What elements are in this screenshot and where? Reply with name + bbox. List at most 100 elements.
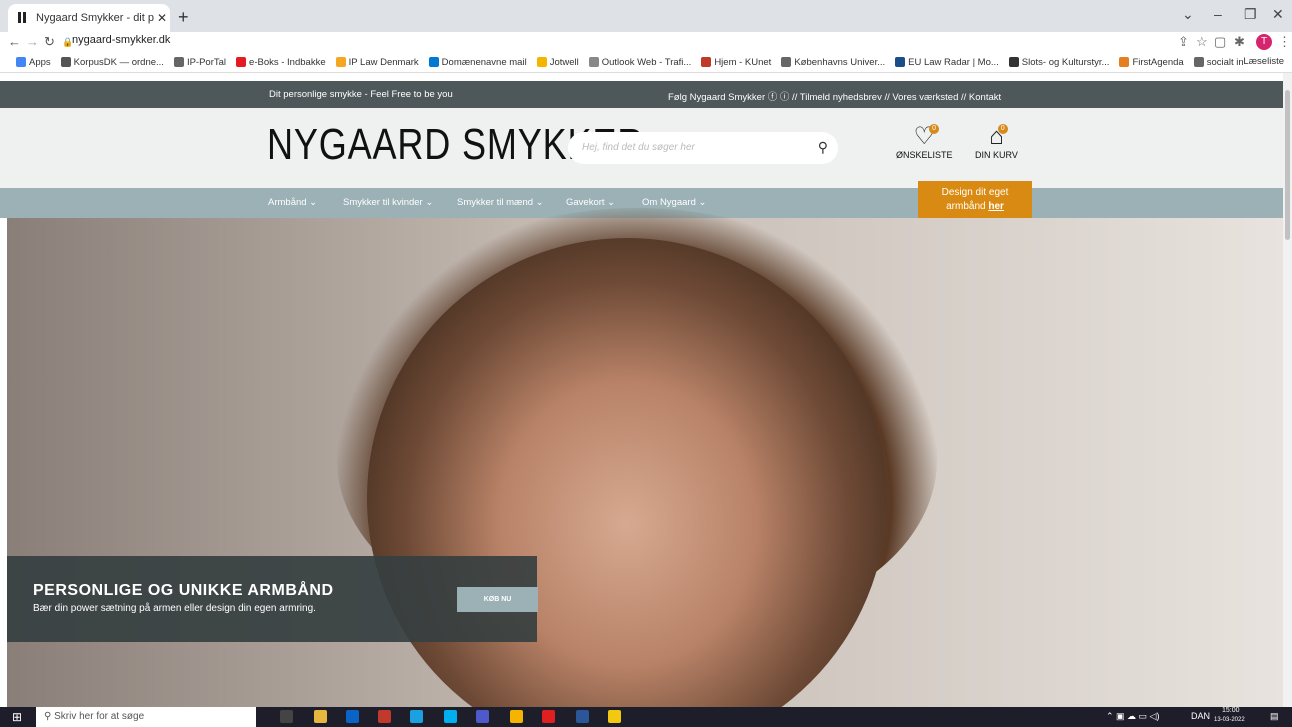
- promo-box: PERSONLIGE OG UNIKKE ARMBÅND Bær din pow…: [7, 556, 538, 642]
- site-header: NYGAARD SMYKKER Hej, find det du søger h…: [0, 108, 1283, 188]
- powerbi-icon[interactable]: [608, 710, 621, 723]
- cart-label: DIN KURV: [975, 150, 1018, 160]
- forward-icon[interactable]: →: [26, 34, 39, 49]
- bookmarks-bar: Apps KorpusDK — ordne... IP-PorTal e-Boks -…: [0, 52, 1292, 73]
- edge-icon[interactable]: [410, 710, 423, 723]
- menu-item-armbaand[interactable]: Armbånd ⌄: [268, 197, 317, 208]
- design-link[interactable]: her: [988, 201, 1004, 212]
- cart-button[interactable]: ⌂ 0 DIN KURV: [975, 124, 1018, 161]
- close-window-button[interactable]: ✕: [1272, 6, 1284, 23]
- bookmark-label: Københavns Univer...: [794, 56, 886, 68]
- tab-bar: Nygaard Smykker - dit personlig ✕ + ⌄ – …: [0, 0, 1292, 32]
- bookmark-item[interactable]: FirstAgenda: [1119, 56, 1184, 68]
- bookmark-item[interactable]: Jotwell: [536, 56, 579, 68]
- chrome-icon[interactable]: [510, 710, 523, 723]
- skype-icon[interactable]: [444, 710, 457, 723]
- bookmark-favicon-icon: [60, 57, 71, 67]
- search-input[interactable]: Hej, find det du søger her ⚲: [568, 132, 838, 164]
- tab-search-icon[interactable]: ⌄: [1182, 6, 1194, 23]
- bookmark-item[interactable]: IP-PorTal: [173, 56, 227, 68]
- site-favicon-icon: [18, 12, 30, 24]
- maximize-button[interactable]: ❐: [1244, 6, 1257, 23]
- buy-now-button[interactable]: KØB NU: [457, 587, 538, 612]
- bookmark-label: KorpusDK — ordne...: [73, 56, 164, 68]
- taskbar-search-placeholder: Skriv her for at søge: [54, 711, 145, 722]
- bookmark-label: FirstAgenda: [1132, 56, 1184, 68]
- share-icon[interactable]: ⇪: [1178, 34, 1189, 50]
- bookmark-star-icon[interactable]: ☆: [1196, 34, 1208, 50]
- outlook-icon[interactable]: [346, 710, 359, 723]
- reload-icon[interactable]: ↻: [44, 34, 55, 50]
- bookmark-item[interactable]: IP Law Denmark: [335, 57, 419, 68]
- bookmark-label: IP-PorTal: [186, 56, 227, 68]
- bookmark-favicon-icon: [1119, 57, 1130, 67]
- bookmark-label: Slots- og Kulturstyr...: [1021, 56, 1110, 68]
- windows-start-icon[interactable]: ⊞: [12, 710, 22, 724]
- puzzle-icon[interactable]: ✱: [1234, 34, 1245, 50]
- bookmark-item[interactable]: Outlook Web - Trafi...: [588, 56, 692, 68]
- bookmark-favicon-icon: [1008, 57, 1019, 67]
- bookmark-item[interactable]: Københavns Univer...: [781, 57, 885, 68]
- bookmark-label: Outlook Web - Trafi...: [601, 56, 692, 68]
- promo-text: Bær din power sætning på armen eller des…: [33, 603, 316, 614]
- wishlist-button[interactable]: ♡ 0 ØNSKELISTE: [896, 124, 953, 161]
- tray-icons[interactable]: ⌃ ▣ ☁ ▭ ◁): [1106, 711, 1159, 722]
- bookmark-label: Jotwell: [549, 56, 579, 68]
- bookmark-item[interactable]: KorpusDK — ordne...: [60, 56, 164, 68]
- reading-list[interactable]: Læseliste: [1243, 56, 1284, 67]
- promo-title: PERSONLIGE OG UNIKKE ARMBÅND: [33, 582, 334, 599]
- menu-item-kvinder[interactable]: Smykker til kvinder ⌄: [343, 197, 433, 208]
- bookmark-favicon-icon: [701, 57, 712, 67]
- bookmark-favicon-icon: [335, 57, 346, 67]
- teams-icon[interactable]: [476, 710, 489, 723]
- bookmark-item[interactable]: Apps: [16, 57, 51, 68]
- clock-time[interactable]: 15:00: [1222, 707, 1240, 714]
- bookmark-favicon-icon: [16, 57, 26, 67]
- menu-item-om-nygaard[interactable]: Om Nygaard ⌄: [642, 197, 706, 208]
- search-icon[interactable]: ⚲: [818, 139, 828, 156]
- scrollbar-thumb[interactable]: [1285, 90, 1290, 240]
- eboks-icon[interactable]: [378, 710, 391, 723]
- menu-dots-icon[interactable]: ⋮: [1278, 34, 1291, 50]
- taskbar-search[interactable]: ⚲ Skriv her for at søge: [36, 707, 256, 727]
- bookmark-favicon-icon: [236, 57, 247, 67]
- wishlist-count: 0: [929, 124, 940, 134]
- web-page: Dit personlige smykke - Feel Free to be …: [0, 73, 1283, 707]
- taskbar: ⊞ ⚲ Skriv her for at søge ⌃ ▣ ☁ ▭ ◁) DAN…: [0, 707, 1292, 727]
- design-bracelet-button[interactable]: Design dit eget armbånd her: [918, 181, 1032, 218]
- bookmark-label: Domænenavne mail: [441, 56, 527, 68]
- bookmark-favicon-icon: [781, 57, 792, 67]
- bookmark-item[interactable]: Slots- og Kulturstyr...: [1008, 56, 1110, 68]
- minimize-button[interactable]: –: [1214, 6, 1222, 22]
- word-icon[interactable]: [576, 710, 589, 723]
- menu-item-gavekort[interactable]: Gavekort ⌄: [566, 197, 615, 208]
- task-view-icon[interactable]: [280, 710, 293, 723]
- browser-tab[interactable]: Nygaard Smykker - dit personlig ✕: [8, 4, 170, 32]
- bookmark-favicon-icon: [173, 57, 184, 67]
- bookmark-item[interactable]: Domænenavne mail: [428, 56, 527, 68]
- url-field[interactable]: nygaard-smykker.dk: [72, 34, 170, 46]
- bookmark-favicon-icon: [895, 57, 906, 67]
- search-icon: ⚲: [44, 711, 55, 722]
- menu-item-maend[interactable]: Smykker til mænd ⌄: [457, 197, 544, 208]
- extension-icon[interactable]: ▢: [1214, 34, 1226, 50]
- wishlist-label: ØNSKELISTE: [896, 150, 953, 160]
- acrobat-icon[interactable]: [542, 710, 555, 723]
- hero-banner: PERSONLIGE OG UNIKKE ARMBÅND Bær din pow…: [7, 208, 1283, 707]
- clock-date[interactable]: 13-03-2022: [1214, 717, 1245, 723]
- bookmark-item[interactable]: EU Law Radar | Mo...: [895, 57, 999, 68]
- new-tab-button[interactable]: +: [178, 7, 189, 28]
- language-indicator[interactable]: DAN: [1191, 711, 1210, 721]
- file-explorer-icon[interactable]: [314, 710, 327, 723]
- top-strip: Dit personlige smykke - Feel Free to be …: [0, 81, 1283, 108]
- back-icon[interactable]: ←: [8, 34, 21, 49]
- notification-icon[interactable]: ▤: [1270, 711, 1279, 722]
- close-tab-icon[interactable]: ✕: [154, 11, 170, 25]
- bookmark-favicon-icon: [588, 57, 599, 67]
- design-line2: armbånd: [946, 201, 989, 212]
- bookmark-item[interactable]: e-Boks - Indbakke: [236, 57, 326, 68]
- profile-avatar[interactable]: T: [1256, 34, 1272, 50]
- bookmark-item[interactable]: Hjem - KUnet: [701, 57, 771, 68]
- tab-title: Nygaard Smykker - dit personlig: [36, 12, 154, 24]
- top-links[interactable]: Følg Nygaard Smykker ⓕ ⓘ // Tilmeld nyhe…: [668, 89, 1001, 103]
